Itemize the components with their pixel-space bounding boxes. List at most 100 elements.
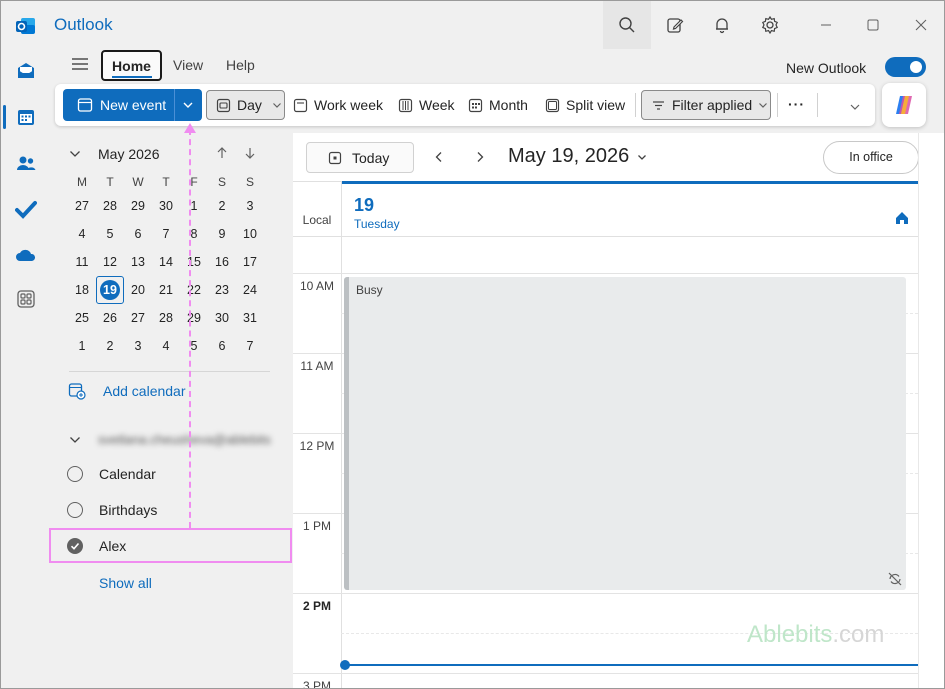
day-cell[interactable]: 15 — [180, 248, 208, 276]
hamburger-menu-icon[interactable] — [71, 55, 91, 75]
date-picker-button[interactable]: May 19, 2026 — [508, 145, 647, 168]
day-cell[interactable]: 27 — [68, 192, 96, 220]
day-cell[interactable]: 14 — [152, 248, 180, 276]
day-cell[interactable]: 6 — [208, 332, 236, 360]
day-cell[interactable]: 8 — [180, 220, 208, 248]
status-badge[interactable]: In office — [823, 141, 919, 174]
weekday-header: W — [132, 175, 144, 189]
next-month-button[interactable] — [243, 146, 257, 160]
month-icon — [468, 98, 483, 112]
day-cell[interactable]: 16 — [208, 248, 236, 276]
day-cell[interactable]: 2 — [96, 332, 124, 360]
previous-month-button[interactable] — [215, 146, 229, 160]
day-cell[interactable]: 6 — [124, 220, 152, 248]
work-week-label: Work week — [314, 97, 383, 113]
busy-event[interactable]: Busy — [344, 277, 906, 590]
calendar-item-calendar[interactable]: Calendar — [67, 466, 156, 482]
maximize-button[interactable] — [849, 1, 897, 49]
day-cell[interactable]: 30 — [208, 304, 236, 332]
mini-calendar-month[interactable]: May 2026 — [98, 146, 159, 162]
month-button[interactable]: Month — [468, 90, 528, 120]
no-sync-icon — [888, 572, 902, 586]
day-view-button[interactable]: Day — [206, 90, 285, 120]
day-cell[interactable]: 23 — [208, 276, 236, 304]
day-cell[interactable]: 24 — [236, 276, 264, 304]
day-cell[interactable]: 4 — [68, 220, 96, 248]
day-cell[interactable]: 11 — [68, 248, 96, 276]
new-event-button[interactable]: New event — [63, 89, 202, 121]
mini-calendar-collapse[interactable] — [69, 148, 81, 160]
tab-help[interactable]: Help — [226, 57, 255, 73]
work-location-home-icon[interactable] — [894, 210, 910, 226]
new-outlook-toggle[interactable] — [885, 57, 926, 77]
day-cell[interactable]: 7 — [236, 332, 264, 360]
search-button[interactable] — [603, 1, 651, 49]
day-cell[interactable]: 27 — [124, 304, 152, 332]
copilot-button[interactable] — [882, 83, 926, 127]
rail-people[interactable] — [11, 148, 41, 178]
more-options-button[interactable]: ··· — [788, 96, 805, 112]
tab-view[interactable]: View — [173, 57, 203, 73]
day-cell[interactable]: 29 — [180, 304, 208, 332]
tab-home[interactable]: Home — [101, 50, 162, 81]
notifications-button[interactable] — [698, 1, 746, 49]
day-cell[interactable]: 7 — [152, 220, 180, 248]
day-cell[interactable]: 12 — [96, 248, 124, 276]
group-collapse[interactable] — [69, 434, 81, 446]
split-view-button[interactable]: Split view — [545, 90, 625, 120]
day-cell[interactable]: 9 — [208, 220, 236, 248]
work-week-button[interactable]: Work week — [293, 90, 383, 120]
calendar-item-birthdays[interactable]: Birthdays — [67, 502, 157, 518]
settings-button[interactable] — [746, 1, 794, 49]
day-cell[interactable]: 2 — [208, 192, 236, 220]
rail-todo[interactable] — [11, 194, 41, 224]
week-icon — [398, 98, 413, 112]
day-cell[interactable]: 25 — [68, 304, 96, 332]
close-button[interactable] — [897, 1, 944, 49]
today-button[interactable]: Today — [306, 142, 414, 173]
compose-icon — [667, 18, 684, 33]
week-button[interactable]: Week — [398, 90, 455, 120]
next-day-button[interactable] — [474, 151, 486, 163]
compose-button[interactable] — [651, 1, 699, 49]
day-cell[interactable]: 10 — [236, 220, 264, 248]
ribbon-expand-button[interactable] — [849, 101, 861, 113]
day-cell[interactable]: 31 — [236, 304, 264, 332]
chevron-down-icon[interactable] — [182, 99, 194, 111]
day-cell[interactable]: 18 — [68, 276, 96, 304]
maximize-icon — [867, 19, 879, 31]
day-cell[interactable]: 26 — [96, 304, 124, 332]
toggle-knob — [910, 61, 922, 73]
day-cell[interactable]: 21 — [152, 276, 180, 304]
selected-day[interactable]: 19 — [96, 276, 124, 304]
day-cell[interactable]: 5 — [96, 220, 124, 248]
day-cell[interactable]: 4 — [152, 332, 180, 360]
minimize-button[interactable] — [802, 1, 850, 49]
rail-more-apps[interactable] — [11, 284, 41, 314]
day-cell[interactable]: 28 — [152, 304, 180, 332]
day-cell[interactable]: 30 — [152, 192, 180, 220]
day-cell[interactable]: 22 — [180, 276, 208, 304]
rail-mail[interactable] — [11, 56, 41, 86]
rail-onedrive[interactable] — [11, 240, 41, 270]
ribbon-divider — [777, 93, 778, 117]
weekday-header: T — [162, 175, 170, 189]
show-all-link[interactable]: Show all — [99, 575, 152, 591]
day-cell[interactable]: 5 — [180, 332, 208, 360]
filter-button[interactable]: Filter applied — [641, 90, 771, 120]
day-cell[interactable]: 13 — [124, 248, 152, 276]
day-cell[interactable]: 1 — [180, 192, 208, 220]
add-calendar-link[interactable]: Add calendar — [103, 383, 186, 399]
day-cell[interactable]: 29 — [124, 192, 152, 220]
day-cell[interactable]: 28 — [96, 192, 124, 220]
day-cell[interactable]: 3 — [236, 192, 264, 220]
day-cell[interactable]: 20 — [124, 276, 152, 304]
day-cell[interactable]: 17 — [236, 248, 264, 276]
event-title: Busy — [356, 283, 383, 297]
rail-calendar[interactable] — [11, 102, 41, 132]
hour-line — [293, 673, 918, 674]
day-cell[interactable]: 1 — [68, 332, 96, 360]
calendar-group-name[interactable]: svetlana.cheusheva@ablebits — [98, 432, 271, 447]
previous-day-button[interactable] — [433, 151, 445, 163]
day-cell[interactable]: 3 — [124, 332, 152, 360]
